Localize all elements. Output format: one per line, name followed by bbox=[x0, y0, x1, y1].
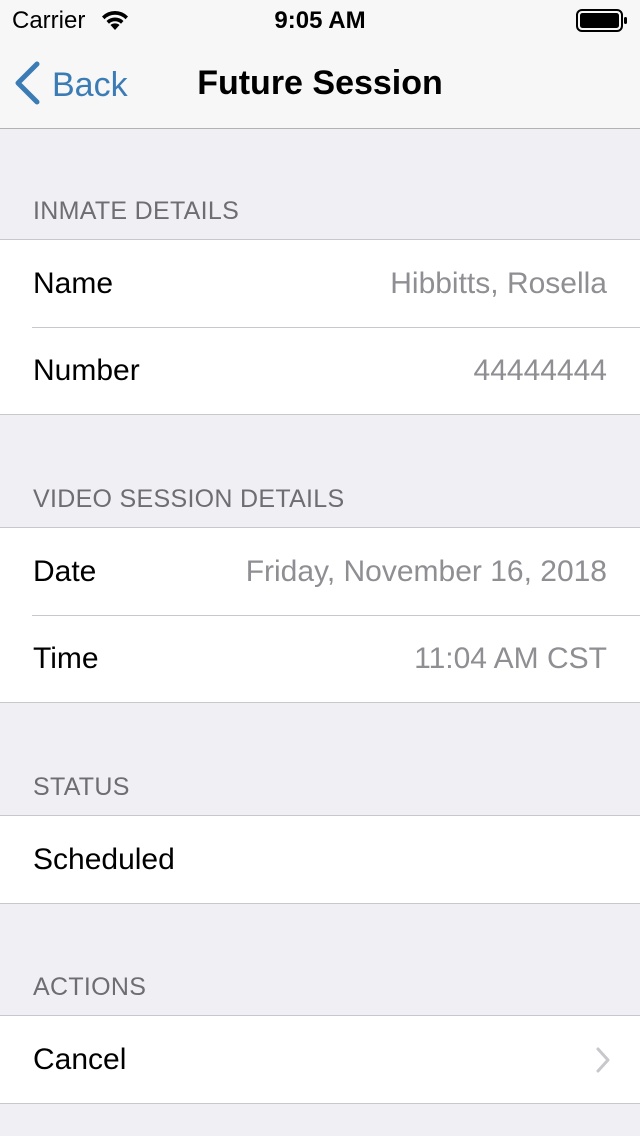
time-label: Time bbox=[33, 641, 99, 675]
number-label: Number bbox=[33, 353, 140, 387]
page-title: Future Session bbox=[197, 64, 443, 102]
date-value: Friday, November 16, 2018 bbox=[245, 554, 607, 588]
number-value: 44444444 bbox=[473, 353, 607, 387]
section-header-actions: ACTIONS bbox=[33, 973, 147, 1001]
chevron-right-icon bbox=[596, 1047, 610, 1078]
section-header-status: STATUS bbox=[33, 773, 130, 801]
inmate-details-group: Name Hibbitts, Rosella Number 44444444 bbox=[0, 239, 640, 415]
session-time-row: Time 11:04 AM CST bbox=[0, 615, 640, 702]
inmate-name-row: Name Hibbitts, Rosella bbox=[0, 240, 640, 327]
navigation-bar: Back Future Session bbox=[0, 40, 640, 129]
video-session-details-group: Date Friday, November 16, 2018 Time 11:0… bbox=[0, 527, 640, 703]
status-time: 9:05 AM bbox=[274, 7, 366, 34]
battery-full-icon bbox=[576, 9, 628, 38]
date-label: Date bbox=[33, 554, 97, 588]
section-header-video-session-details: VIDEO SESSION DETAILS bbox=[33, 485, 345, 513]
session-date-row: Date Friday, November 16, 2018 bbox=[0, 528, 640, 615]
time-value: 11:04 AM CST bbox=[414, 641, 607, 675]
inmate-number-row: Number 44444444 bbox=[0, 327, 640, 414]
cancel-session-button[interactable]: Cancel bbox=[0, 1016, 640, 1103]
cancel-label: Cancel bbox=[33, 1042, 127, 1076]
status-bar: Carrier 9:05 AM bbox=[0, 0, 640, 40]
name-label: Name bbox=[33, 266, 114, 300]
status-row: Scheduled bbox=[0, 816, 640, 903]
status-value: Scheduled bbox=[33, 842, 175, 876]
status-group: Scheduled bbox=[0, 815, 640, 904]
section-header-inmate-details: INMATE DETAILS bbox=[33, 197, 240, 225]
actions-group: Cancel bbox=[0, 1015, 640, 1104]
name-value: Hibbitts, Rosella bbox=[390, 266, 607, 300]
